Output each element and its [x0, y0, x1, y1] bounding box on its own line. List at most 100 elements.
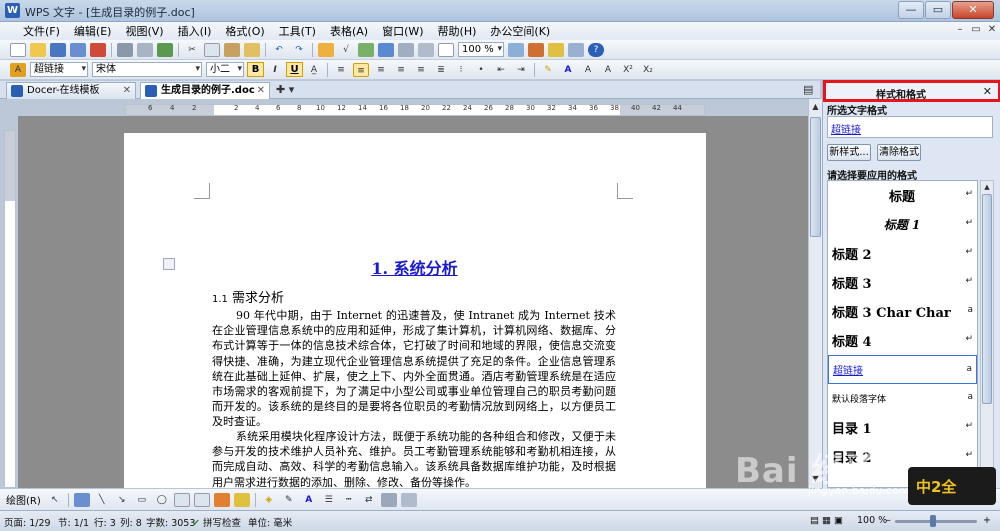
align-right-icon[interactable]: ≡ — [373, 63, 389, 77]
bold-button[interactable]: B — [247, 62, 264, 77]
scroll-thumb[interactable] — [982, 194, 992, 404]
body-paragraph[interactable]: 系统采用模块化程序设计方法，既便于系统功能的各种组合和修改，又便于未参与开发的技… — [212, 429, 616, 488]
show-marks-icon[interactable] — [418, 42, 434, 57]
paragraph-layout-icon[interactable] — [163, 258, 175, 270]
task-pane-close-icon[interactable]: ✕ — [983, 85, 992, 98]
arrow-icon[interactable]: ↘ — [114, 493, 130, 507]
document-vertical-scrollbar[interactable]: ▲ ▼ — [808, 99, 822, 488]
template-icon[interactable] — [548, 42, 564, 57]
insert-image-icon[interactable] — [358, 42, 374, 57]
maximize-button[interactable]: ▭ — [925, 1, 951, 19]
heading-2[interactable]: 1.1 需求分析 — [212, 287, 284, 306]
rectangle-icon[interactable]: ▭ — [134, 493, 150, 507]
wordart-icon[interactable] — [213, 492, 230, 507]
clear-format-button[interactable]: 清除格式 — [877, 144, 921, 161]
tab-close-icon[interactable]: ✕ — [123, 83, 131, 98]
increase-indent-icon[interactable]: ⇥ — [513, 63, 529, 77]
heading-1-link[interactable]: 1. 系统分析 — [212, 255, 617, 279]
view-mode-icons[interactable]: ▤ ▦ ▣ — [810, 515, 843, 526]
vertical-ruler[interactable] — [4, 130, 16, 488]
underline-button[interactable]: U — [286, 62, 303, 77]
menu-insert[interactable]: 插入(I) — [171, 23, 219, 39]
scroll-thumb[interactable] — [810, 117, 821, 237]
columns-icon[interactable] — [398, 42, 414, 57]
help-icon[interactable]: ? — [588, 42, 604, 57]
char-border-icon[interactable]: A̲ — [306, 63, 322, 77]
fill-color-icon[interactable]: ◈ — [261, 493, 277, 507]
style-item-default-font[interactable]: 默认段落字体 a — [828, 384, 977, 413]
shrink-font-icon[interactable]: A — [600, 63, 616, 77]
new-document-icon[interactable] — [10, 42, 26, 57]
menu-table[interactable]: 表格(A) — [323, 23, 375, 39]
decrease-indent-icon[interactable]: ⇤ — [493, 63, 509, 77]
menu-tools[interactable]: 工具(T) — [272, 23, 323, 39]
format-painter-icon[interactable] — [244, 42, 260, 57]
dash-style-icon[interactable]: ┅ — [341, 493, 357, 507]
style-item-heading-3[interactable]: 标题 3 ↵ — [828, 268, 977, 297]
spell-check-status[interactable]: ✔ 拼写检查 — [192, 515, 241, 529]
superscript-icon[interactable]: X² — [620, 63, 636, 77]
spell-check-icon[interactable] — [157, 42, 173, 57]
current-style-box[interactable]: 超链接 — [827, 116, 993, 138]
style-item-heading-1[interactable]: 标题 1 ↵ — [828, 210, 977, 239]
zoom-slider[interactable] — [895, 520, 977, 523]
style-item-hyperlink[interactable]: 超链接 a — [828, 355, 977, 384]
status-word-count[interactable]: 字数: 3053 — [146, 515, 195, 529]
font-combo[interactable]: 宋体 — [92, 62, 202, 77]
document-page[interactable]: 1. 系统分析 1.1 需求分析 90 年代中期，由于 Internet 的迅速… — [124, 133, 706, 488]
highlight-icon[interactable]: ✎ — [540, 63, 556, 77]
arrow-style-icon[interactable]: ⇄ — [361, 493, 377, 507]
text-box-icon[interactable] — [378, 42, 394, 57]
save-icon[interactable] — [50, 42, 66, 57]
italic-button[interactable]: I — [267, 63, 283, 77]
navigation-icon[interactable] — [528, 42, 544, 57]
bullets-icon[interactable]: • — [473, 63, 489, 77]
scroll-up-icon[interactable]: ▲ — [982, 181, 992, 193]
print-icon[interactable] — [117, 42, 133, 57]
paste-icon[interactable] — [224, 42, 240, 57]
grow-font-icon[interactable]: A — [580, 63, 596, 77]
doc-minimize-icon[interactable]: – — [952, 24, 968, 35]
justify-icon[interactable]: ≡ — [393, 63, 409, 77]
font-color-draw-icon[interactable]: A — [301, 493, 317, 507]
status-page[interactable]: 页面: 1/29 — [4, 515, 51, 529]
doc-close-icon[interactable]: ✕ — [984, 24, 1000, 35]
print-preview-icon[interactable] — [137, 42, 153, 57]
menu-window[interactable]: 窗口(W) — [375, 23, 430, 39]
body-paragraph[interactable]: 90 年代中期，由于 Internet 的迅速普及，使 Intranet 成为 … — [212, 308, 616, 430]
document-canvas[interactable]: 1. 系统分析 1.1 需求分析 90 年代中期，由于 Internet 的迅速… — [18, 116, 808, 488]
font-size-combo[interactable]: 小二 — [206, 62, 244, 77]
line-style-icon[interactable]: ☰ — [321, 493, 337, 507]
styles-pane-icon[interactable]: A — [10, 62, 26, 77]
shadow-icon[interactable] — [380, 492, 397, 507]
task-pane-title[interactable]: 样式和格式 — [876, 86, 926, 101]
tab-current-document[interactable]: 生成目录的例子.doc ✕ — [140, 82, 270, 99]
tab-close-icon[interactable]: ✕ — [257, 83, 265, 98]
draw-menu-button[interactable]: 绘图(R) — [6, 492, 41, 507]
menu-edit[interactable]: 编辑(E) — [67, 23, 119, 39]
office-space-icon[interactable] — [568, 42, 584, 57]
autoshapes-icon[interactable] — [73, 492, 90, 507]
zoom-slider-knob[interactable] — [930, 515, 936, 527]
menu-office-space[interactable]: 办公空间(K) — [483, 23, 557, 39]
align-center-icon[interactable]: ≡ — [353, 62, 369, 77]
ruler-icon[interactable] — [508, 42, 524, 57]
line-icon[interactable]: ╲ — [94, 493, 110, 507]
style-item-heading-4[interactable]: 标题 4 ↵ — [828, 326, 977, 355]
status-zoom[interactable]: 100 % — [857, 515, 887, 526]
save-as-icon[interactable] — [70, 42, 86, 57]
zoom-combo[interactable]: 100 % — [458, 42, 504, 57]
status-unit[interactable]: 单位: 毫米 — [248, 515, 292, 529]
doc-restore-icon[interactable]: ▭ — [968, 24, 984, 35]
redo-icon[interactable]: ↷ — [291, 43, 307, 57]
numbering-icon[interactable]: ⁝ — [453, 63, 469, 77]
style-list-scrollbar[interactable]: ▲ ▼ — [980, 180, 994, 488]
line-spacing-icon[interactable]: ≣ — [433, 63, 449, 77]
tab-docer-templates[interactable]: Docer-在线模板 ✕ — [6, 82, 136, 99]
vertical-textbox-icon[interactable] — [193, 492, 210, 507]
scroll-up-icon[interactable]: ▲ — [810, 101, 821, 113]
export-pdf-icon[interactable] — [90, 42, 106, 57]
zoom-out-icon[interactable]: – — [886, 515, 891, 526]
align-left-icon[interactable]: ≡ — [333, 63, 349, 77]
menu-format[interactable]: 格式(O) — [218, 23, 271, 39]
